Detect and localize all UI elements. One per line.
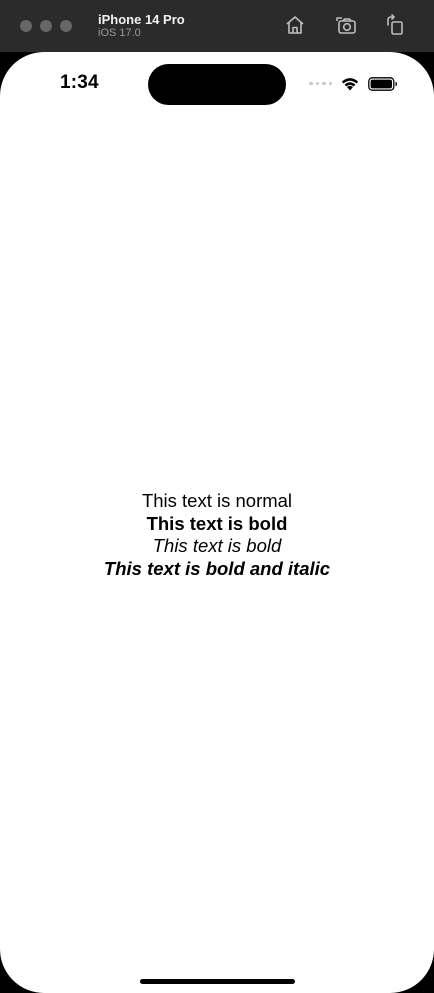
rotate-button[interactable] bbox=[382, 12, 408, 38]
minimize-window-button[interactable] bbox=[40, 20, 52, 32]
bold-italic-text: This text is bold and italic bbox=[103, 557, 331, 579]
zoom-window-button[interactable] bbox=[60, 20, 72, 32]
window-controls bbox=[20, 20, 72, 32]
dynamic-island bbox=[148, 64, 286, 105]
device-os-version: iOS 17.0 bbox=[98, 27, 141, 39]
device-screen: 1:34 This text is normal This text is bo… bbox=[0, 52, 434, 993]
normal-text: This text is normal bbox=[141, 490, 293, 511]
home-indicator[interactable] bbox=[140, 979, 295, 984]
text-styles-demo: This text is normal This text is bold Th… bbox=[0, 490, 434, 580]
device-title: iPhone 14 Pro iOS 17.0 bbox=[98, 12, 185, 40]
screenshot-button[interactable] bbox=[332, 12, 358, 38]
home-icon bbox=[286, 16, 304, 34]
rotate-icon bbox=[387, 14, 403, 35]
simulator-titlebar: iPhone 14 Pro iOS 17.0 bbox=[0, 0, 434, 52]
home-button[interactable] bbox=[282, 12, 308, 38]
status-time: 1:34 bbox=[60, 72, 99, 93]
bold-text: This text is bold bbox=[146, 512, 288, 534]
device-name: iPhone 14 Pro bbox=[98, 12, 185, 27]
italic-text: This text is bold bbox=[152, 535, 282, 556]
screenshot-icon bbox=[336, 17, 356, 34]
cellular-signal-icon bbox=[309, 81, 332, 86]
battery-icon bbox=[368, 76, 397, 91]
wifi-icon bbox=[341, 78, 359, 91]
close-window-button[interactable] bbox=[20, 20, 32, 32]
status-indicators bbox=[309, 76, 398, 91]
simulator-toolbar bbox=[282, 12, 408, 38]
simulator-window: iPhone 14 Pro iOS 17.0 1:34 This text is… bbox=[0, 0, 434, 993]
